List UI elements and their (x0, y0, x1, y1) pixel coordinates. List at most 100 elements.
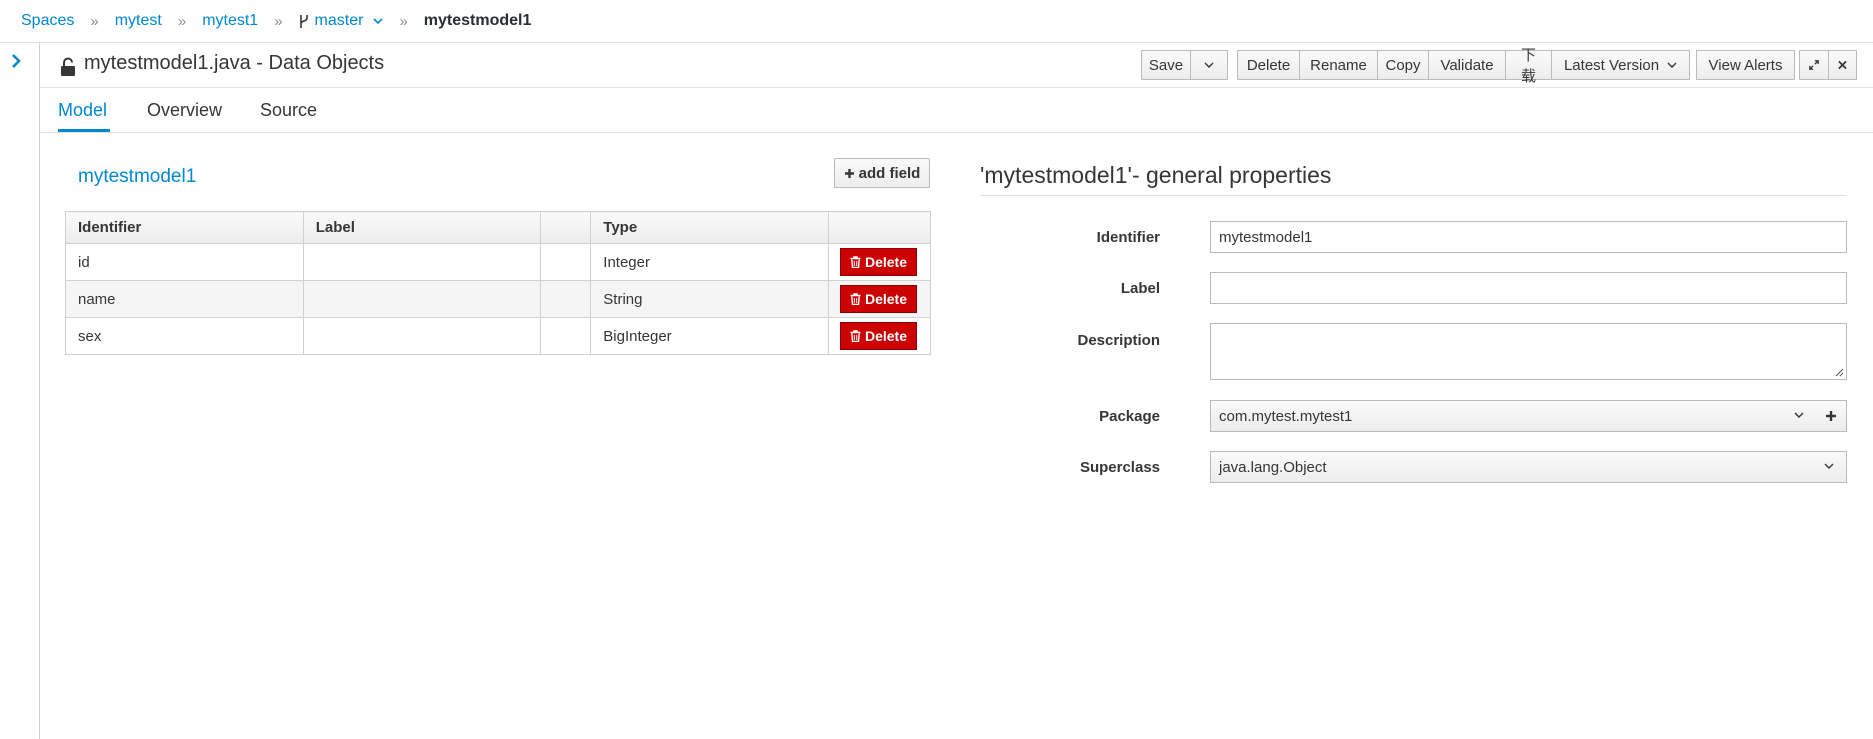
rename-button[interactable]: Rename (1300, 50, 1378, 80)
superclass-label: Superclass (1079, 459, 1160, 476)
branch-selector[interactable]: master (299, 12, 384, 30)
identifier-field[interactable] (1210, 221, 1847, 253)
breadcrumb-separator-icon: » (274, 12, 283, 30)
active-tab-indicator (58, 129, 110, 132)
editor-tabs: Model Overview Source (40, 88, 1873, 133)
label-label: Label (1120, 280, 1160, 297)
field-actions: Delete (827, 280, 932, 318)
field-type[interactable]: Integer (590, 243, 829, 281)
field-identifier[interactable]: name (65, 280, 304, 318)
delete-field-label: Delete (864, 254, 907, 270)
editor-title: mytestmodel1.java - Data Objects (84, 52, 385, 74)
chevron-right-icon (12, 54, 21, 68)
chevron-down-icon (1824, 463, 1834, 469)
table-row[interactable]: id Integer Delete (65, 243, 932, 281)
column-header-label[interactable]: Label (302, 211, 542, 244)
close-button[interactable] (1829, 50, 1857, 80)
field-label[interactable] (302, 317, 542, 355)
chevron-down-icon (373, 17, 384, 24)
field-actions: Delete (827, 317, 932, 355)
actions-button-group: Delete Rename Copy Validate 下载 Latest Ve… (1237, 47, 1690, 85)
trash-icon (850, 330, 861, 342)
plus-icon (1826, 411, 1836, 421)
column-header-type[interactable]: Type (590, 211, 829, 244)
view-alerts-button[interactable]: View Alerts (1696, 50, 1795, 80)
column-header-actions (827, 211, 932, 244)
package-selected-value: com.mytest.mytest1 (1219, 407, 1353, 425)
table-row[interactable]: sex BigInteger Delete (65, 317, 932, 355)
properties-divider (980, 195, 1846, 196)
tab-overview[interactable]: Overview (147, 100, 222, 121)
left-side-panel (0, 43, 40, 739)
window-controls (1799, 50, 1857, 80)
delete-field-button[interactable]: Delete (839, 248, 917, 276)
column-header-blank (540, 211, 592, 244)
breadcrumb-space-mytest[interactable]: mytest (115, 12, 162, 30)
add-package-button[interactable] (1816, 400, 1847, 432)
alerts-button-group: View Alerts (1696, 50, 1795, 80)
branch-name: master (314, 12, 364, 29)
data-object-name-link[interactable]: mytestmodel1 (78, 166, 196, 188)
delete-field-button[interactable]: Delete (839, 285, 917, 313)
field-label[interactable] (302, 243, 542, 281)
table-row[interactable]: name String Delete (65, 280, 932, 318)
tab-source[interactable]: Source (260, 100, 317, 121)
delete-field-label: Delete (864, 328, 907, 344)
resize-handle-icon[interactable] (1834, 367, 1844, 377)
general-properties-title: 'mytestmodel1'- general properties (980, 162, 1332, 188)
breadcrumb-project-mytest1[interactable]: mytest1 (202, 12, 258, 30)
breadcrumb-current-asset: mytestmodel1 (423, 12, 532, 29)
editor-header: mytestmodel1.java - Data Objects Save De… (40, 43, 1873, 88)
description-label: Description (1077, 332, 1160, 349)
unlock-icon[interactable] (60, 57, 76, 77)
delete-field-label: Delete (864, 291, 907, 307)
table-header-row: Identifier Label Type (65, 211, 932, 244)
field-type[interactable]: BigInteger (590, 317, 829, 355)
latest-version-label: Latest Version (1563, 56, 1660, 74)
delete-button[interactable]: Delete (1237, 50, 1300, 80)
expand-panel-button[interactable] (10, 53, 30, 73)
save-button-group: Save (1141, 50, 1228, 80)
fields-table: Identifier Label Type id Integer Delete … (65, 211, 932, 355)
breadcrumb-separator-icon: » (177, 12, 187, 30)
column-header-identifier[interactable]: Identifier (65, 211, 304, 244)
package-select[interactable]: com.mytest.mytest1 (1210, 400, 1817, 432)
superclass-select[interactable]: java.lang.Object (1210, 451, 1847, 483)
field-identifier[interactable]: sex (65, 317, 304, 355)
field-blank-cell (540, 317, 592, 355)
field-label[interactable] (302, 280, 542, 318)
package-label: Package (1099, 408, 1160, 425)
breadcrumb-separator-icon: » (399, 12, 408, 30)
field-type[interactable]: String (590, 280, 829, 318)
validate-button[interactable]: Validate (1429, 50, 1506, 80)
identifier-label: Identifier (1096, 229, 1160, 246)
code-branch-icon (299, 14, 308, 28)
field-blank-cell (540, 280, 592, 318)
chevron-down-icon (1667, 62, 1677, 68)
field-identifier[interactable]: id (65, 243, 304, 281)
breadcrumb: Spaces » mytest » mytest1 » master » myt… (0, 0, 1873, 43)
field-blank-cell (540, 243, 592, 281)
add-field-button[interactable]: add field (834, 158, 930, 188)
chevron-down-icon (1204, 62, 1214, 68)
breadcrumb-spaces[interactable]: Spaces (21, 12, 74, 30)
copy-button[interactable]: Copy (1378, 50, 1429, 80)
description-field[interactable] (1210, 323, 1847, 380)
superclass-selected-value: java.lang.Object (1219, 458, 1327, 476)
save-options-button[interactable] (1191, 50, 1228, 80)
chevron-down-icon (1794, 412, 1804, 418)
latest-version-dropdown[interactable]: Latest Version (1552, 50, 1690, 80)
tab-model[interactable]: Model (58, 100, 107, 121)
download-button[interactable]: 下载 (1506, 47, 1552, 85)
trash-icon (850, 293, 861, 305)
add-field-label: add field (858, 164, 921, 182)
plus-icon (844, 168, 854, 178)
breadcrumb-separator-icon: » (90, 12, 99, 30)
expand-icon (1809, 60, 1819, 70)
label-field[interactable] (1210, 272, 1847, 304)
close-icon (1838, 60, 1847, 70)
save-button[interactable]: Save (1141, 50, 1191, 80)
delete-field-button[interactable]: Delete (839, 322, 917, 350)
maximize-button[interactable] (1799, 50, 1829, 80)
field-actions: Delete (827, 243, 932, 281)
